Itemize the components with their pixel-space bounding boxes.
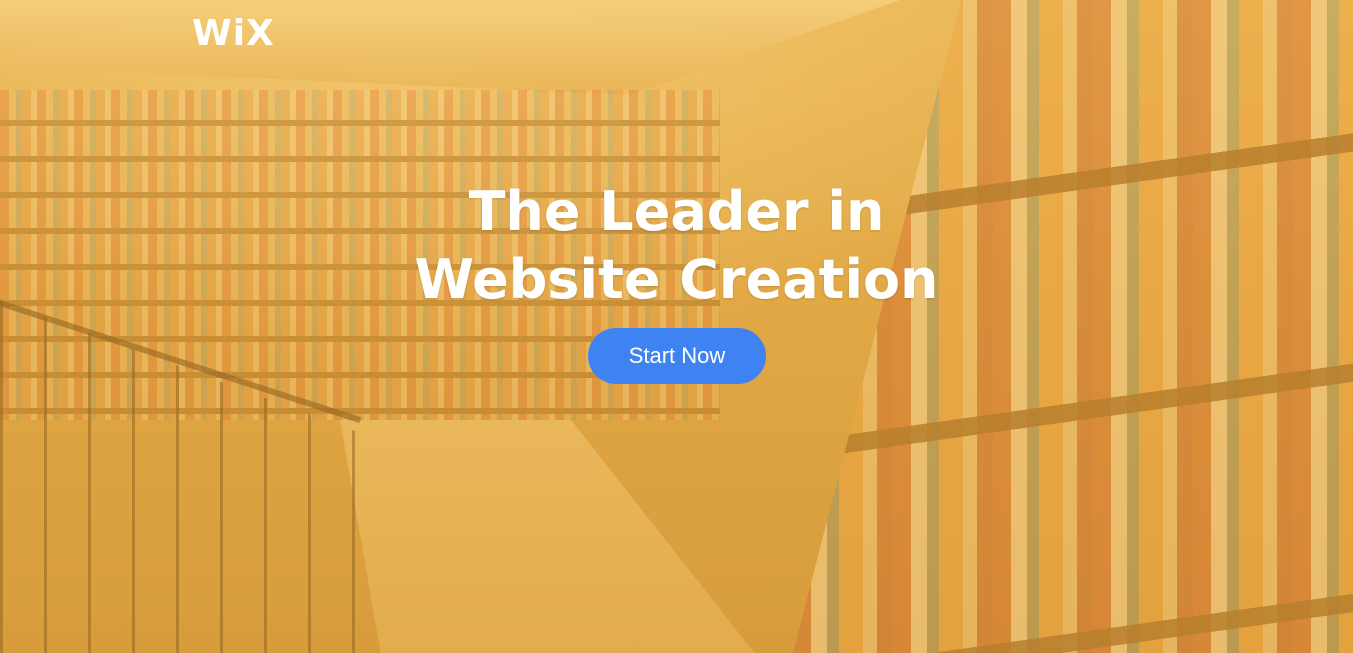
start-now-button[interactable]: Start Now [588,328,766,384]
hero-title-line-2: Website Creation [414,248,939,311]
background-overlay [0,0,1353,653]
hero-section: The Leader in Website Creation [0,178,1353,314]
hero-title: The Leader in Website Creation [0,178,1353,314]
hero-title-line-1: The Leader in [468,180,885,243]
wix-logo[interactable]: WiX [192,14,275,54]
hero-background [0,0,1353,653]
